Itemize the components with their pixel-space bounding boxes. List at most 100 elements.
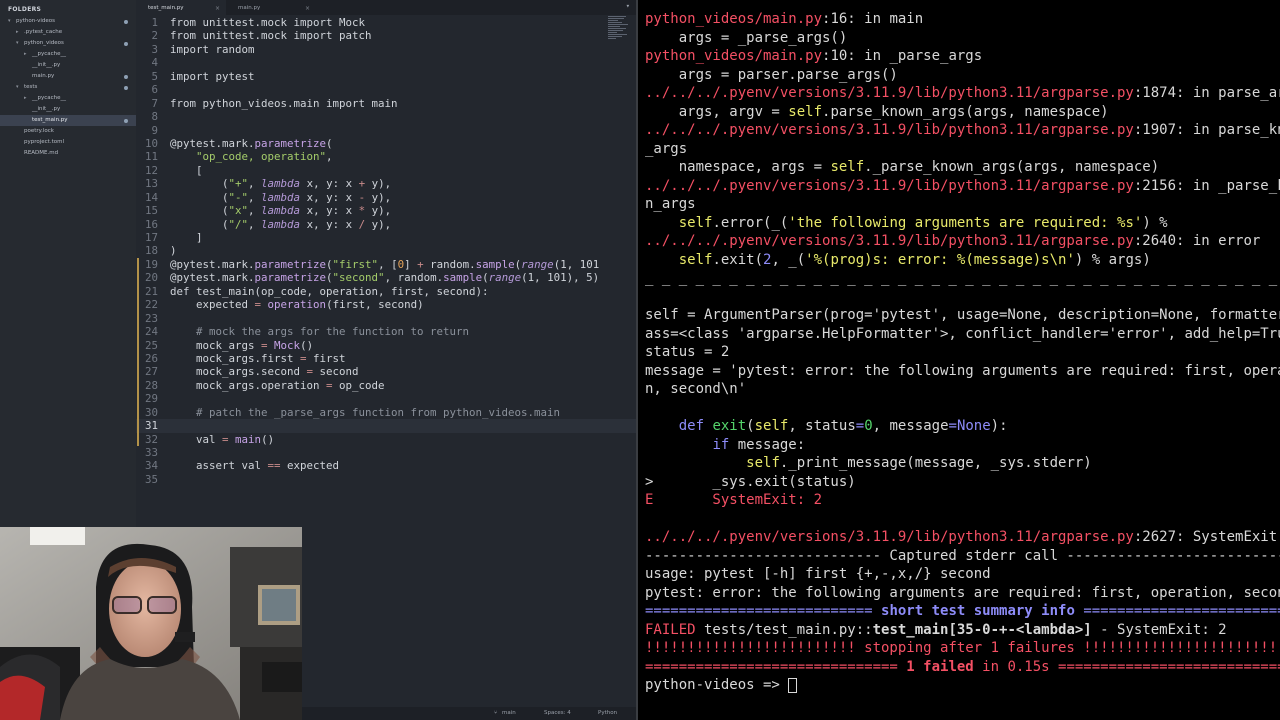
terminal[interactable]: python_videos/main.py:16: in main args =… — [638, 0, 1280, 720]
code-token: "first" — [332, 257, 379, 271]
terminal-line: ../../../.pyenv/versions/3.11.9/lib/pyth… — [645, 177, 1280, 196]
code-line[interactable]: 2 from unittest.mock import patch — [136, 29, 636, 42]
code-line[interactable]: 26 mock_args.first = first — [136, 351, 636, 366]
code-line[interactable]: 7 from python_videos.main import main — [136, 97, 636, 110]
code-line[interactable]: 23 — [136, 311, 636, 326]
code-line[interactable]: 9 — [136, 124, 636, 137]
code-line[interactable]: 31 — [136, 419, 636, 434]
code-line[interactable]: 20 @pytest.mark.parametrize("second", ran… — [136, 271, 636, 286]
line-number: 32 — [144, 432, 158, 446]
code-line[interactable]: 14 ("-", lambda x, y: x - y), — [136, 191, 636, 204]
code-token: unittest.mock — [196, 29, 294, 43]
code-line[interactable]: 35 — [136, 473, 636, 486]
terminal-line: n, second\n' — [645, 380, 746, 399]
code-line[interactable]: 12 [ — [136, 164, 636, 177]
tabs-menu-icon[interactable]: ▾ — [626, 2, 630, 10]
terminal-text: - SystemExit: 2 — [1091, 621, 1227, 638]
code-line[interactable]: 24 # mock the args for the function to r… — [136, 325, 636, 339]
terminal-cursor[interactable] — [788, 677, 798, 693]
code-line[interactable]: 25 mock_args = Mock() — [136, 338, 636, 353]
tab-test-main-py[interactable]: test_main.py × — [136, 0, 226, 15]
terminal-text: .exit( — [712, 251, 764, 268]
chevron-down-icon[interactable]: ▾ — [16, 82, 19, 93]
chevron-down-icon[interactable]: ▾ — [8, 16, 11, 27]
tree-item[interactable]: ▸ __pycache__ — [0, 93, 136, 104]
line-number: 14 — [144, 190, 158, 204]
terminal-text: args = _parse_args() — [645, 29, 848, 46]
tree-item[interactable]: ▸ .pytest_cache — [0, 27, 136, 38]
code-line[interactable]: 16 ("/", lambda x, y: x / y), — [136, 218, 636, 231]
code-token: main — [235, 432, 262, 446]
close-icon[interactable]: × — [305, 0, 310, 17]
code-line[interactable]: 10 @pytest.mark.parametrize( — [136, 137, 636, 150]
code-line[interactable]: 15 ("x", lambda x, y: x * y), — [136, 204, 636, 217]
code-line[interactable]: 21 def test_main(op_code, operation, firs… — [136, 284, 636, 299]
syntax-mode[interactable]: Python — [598, 710, 617, 716]
code-line[interactable]: 13 ("+", lambda x, y: x + y), — [136, 177, 636, 190]
code-token: mock_args.second — [170, 365, 307, 379]
code-token: mock_args — [170, 338, 262, 352]
code-token: x, y: x — [300, 177, 359, 191]
code-token: (1, 101 — [553, 257, 600, 271]
tree-item-label: main.py — [32, 73, 55, 79]
terminal-line: _ _ _ _ _ _ _ _ _ _ _ _ _ _ _ _ _ _ _ _ … — [645, 269, 1280, 288]
code-token: y), — [365, 177, 392, 191]
code-token: ( — [170, 204, 229, 218]
terminal-text: n, second\n' — [645, 381, 747, 397]
code-line[interactable]: 4 — [136, 56, 636, 69]
code-line[interactable]: 30 # patch the _parse_args function from… — [136, 405, 636, 420]
git-branch[interactable]: main — [502, 710, 516, 716]
line-number: 2 — [151, 29, 158, 43]
code-token: mock_args.operation — [170, 378, 327, 392]
code-line[interactable]: 34 assert val == expected — [136, 459, 636, 472]
tree-item[interactable]: README.md — [0, 148, 136, 159]
close-icon[interactable]: × — [215, 0, 220, 17]
tree-item[interactable]: __init__.py — [0, 104, 136, 115]
terminal-text: !!!!!!!!!!!!!!!!!!!!!!!!! stopping after… — [645, 640, 1280, 656]
line-number: 9 — [151, 123, 158, 137]
tree-item[interactable]: poetry.lock — [0, 126, 136, 137]
code-token: , [ — [378, 257, 398, 271]
code-line[interactable]: 33 — [136, 446, 636, 459]
terminal-text: ) % — [1142, 214, 1168, 231]
tree-item[interactable]: ▸ __pycache__ — [0, 49, 136, 60]
code-line[interactable]: 3 import random — [136, 43, 636, 56]
code-line[interactable]: 27 mock_args.second = second — [136, 365, 636, 380]
tree-item[interactable]: pyproject.toml — [0, 137, 136, 148]
code-line[interactable]: 5 import pytest — [136, 70, 636, 83]
modified-indicator-icon — [124, 75, 128, 79]
indentation-setting[interactable]: Spaces: 4 — [544, 710, 571, 716]
chevron-right-icon[interactable]: ▸ — [16, 27, 19, 38]
tree-item[interactable]: ▾ python_videos — [0, 38, 136, 49]
webcam-overlay — [0, 527, 302, 720]
tab-main-py[interactable]: main.py × — [226, 0, 316, 15]
code-line[interactable]: 28 mock_args.operation = op_code — [136, 378, 636, 393]
code-area[interactable]: 1 from unittest.mock import Mock 2 from uni… — [136, 16, 636, 486]
terminal-text: :10: in _parse_args — [822, 48, 983, 64]
terminal-text: if — [712, 436, 730, 453]
code-line[interactable]: 6 — [136, 83, 636, 96]
code-line[interactable]: 18) — [136, 244, 636, 257]
code-line[interactable]: 32 val = main() — [136, 432, 636, 447]
tree-item[interactable]: ▾ tests — [0, 82, 136, 93]
terminal-text: '%(prog)s: error: %(message)s\n' — [805, 251, 1075, 268]
tree-item[interactable]: main.py — [0, 71, 136, 82]
line-number: 30 — [144, 405, 158, 419]
code-line[interactable]: 11 "op_code, operation", — [136, 150, 636, 163]
code-text: val = main() — [170, 433, 274, 446]
code-line[interactable]: 22 expected = operation(first, second) — [136, 298, 636, 313]
chevron-right-icon[interactable]: ▸ — [24, 93, 27, 104]
tree-item[interactable]: ▾ python-videos — [0, 16, 136, 27]
chevron-down-icon[interactable]: ▾ — [16, 38, 19, 49]
tree-item[interactable]: __init__.py — [0, 60, 136, 71]
code-line[interactable]: 19 @pytest.mark.parametrize("first", [0] … — [136, 257, 636, 272]
terminal-text: .error(_( — [712, 214, 789, 231]
chevron-right-icon[interactable]: ▸ — [24, 49, 27, 60]
code-line[interactable]: 17 ] — [136, 231, 636, 244]
code-line[interactable]: 8 — [136, 110, 636, 123]
tree-item[interactable]: test_main.py — [0, 115, 136, 126]
code-line[interactable]: 1 from unittest.mock import Mock — [136, 16, 636, 29]
code-line[interactable]: 29 — [136, 392, 636, 407]
